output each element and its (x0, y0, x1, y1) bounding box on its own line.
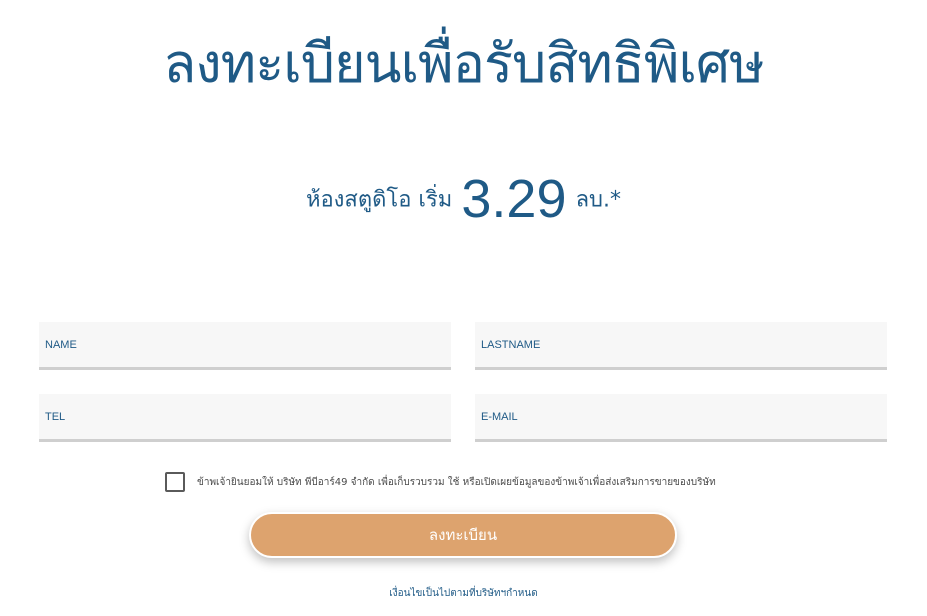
page-title: ลงทะเบียนเพื่อรับสิทธิพิเศษ (163, 32, 765, 95)
consent-row: ข้าพเจ้ายินยอมให้ บริษัท พีบีอาร์49 จำกั… (165, 472, 716, 492)
register-button[interactable]: ลงทะเบียน (249, 512, 677, 558)
tel-field-container (39, 394, 451, 442)
name-input[interactable] (39, 322, 451, 367)
price-suffix: ลบ.* (575, 187, 622, 213)
consent-text: ข้าพเจ้ายินยอมให้ บริษัท พีบีอาร์49 จำกั… (197, 476, 716, 488)
price-line: ห้องสตูดิโอ เริ่ม 3.29 ลบ.* (0, 168, 927, 230)
registration-page: ลงทะเบียนเพื่อรับสิทธิพิเศษ ห้องสตูดิโอ … (0, 0, 927, 616)
email-input[interactable] (475, 394, 887, 439)
tel-input[interactable] (39, 394, 451, 439)
lastname-input[interactable] (475, 322, 887, 367)
lastname-field-container (475, 322, 887, 370)
name-field-container (39, 322, 451, 370)
conditions-link[interactable]: เงื่อนไขเป็นไปตามที่บริษัทฯกำหนด (0, 586, 927, 601)
price-value: 3.29 (461, 169, 567, 229)
price-prefix: ห้องสตูดิโอ เริ่ม (305, 187, 453, 213)
consent-checkbox[interactable] (165, 472, 185, 492)
email-field-container (475, 394, 887, 442)
